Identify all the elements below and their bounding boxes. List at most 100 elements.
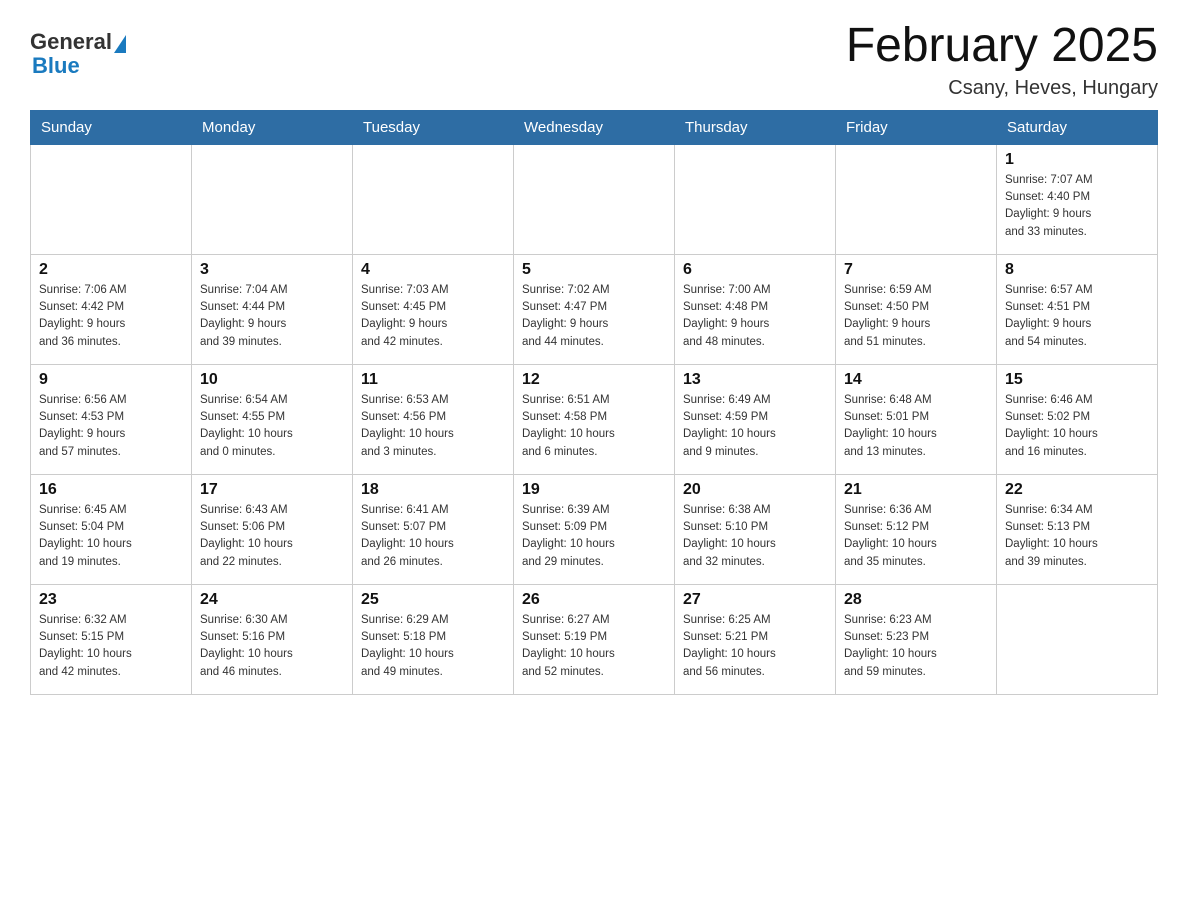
calendar-week-row: 2Sunrise: 7:06 AMSunset: 4:42 PMDaylight…: [31, 254, 1158, 364]
day-info: Sunrise: 6:34 AMSunset: 5:13 PMDaylight:…: [1005, 502, 1149, 571]
calendar-body: 1 Sunrise: 7:07 AMSunset: 4:40 PMDaylight…: [31, 144, 1158, 694]
logo-blue-text: Blue: [32, 54, 126, 78]
day-info: Sunrise: 7:07 AMSunset: 4:40 PMDaylight:…: [1005, 172, 1149, 241]
day-info: Sunrise: 6:27 AMSunset: 5:19 PMDaylight:…: [522, 612, 666, 681]
calendar-cell: 5 Sunrise: 7:02 AMSunset: 4:47 PMDaylight…: [514, 254, 675, 364]
calendar-cell: [675, 144, 836, 254]
logo-general-text: General: [30, 30, 112, 54]
day-number: 17: [200, 481, 344, 499]
location-subtitle: Csany, Heves, Hungary: [846, 77, 1158, 100]
calendar-cell: 15 Sunrise: 6:46 AMSunset: 5:02 PMDayligh…: [997, 364, 1158, 474]
day-number: 9: [39, 371, 183, 389]
day-number: 4: [361, 261, 505, 279]
day-info: Sunrise: 6:51 AMSunset: 4:58 PMDaylight:…: [522, 392, 666, 461]
day-info: Sunrise: 6:29 AMSunset: 5:18 PMDaylight:…: [361, 612, 505, 681]
day-number: 20: [683, 481, 827, 499]
day-number: 25: [361, 591, 505, 609]
day-info: Sunrise: 6:59 AMSunset: 4:50 PMDaylight:…: [844, 282, 988, 351]
day-info: Sunrise: 6:43 AMSunset: 5:06 PMDaylight:…: [200, 502, 344, 571]
day-info: Sunrise: 6:54 AMSunset: 4:55 PMDaylight:…: [200, 392, 344, 461]
calendar-cell: [514, 144, 675, 254]
day-number: 1: [1005, 151, 1149, 169]
day-info: Sunrise: 6:46 AMSunset: 5:02 PMDaylight:…: [1005, 392, 1149, 461]
calendar-cell: [31, 144, 192, 254]
calendar-cell: 18Sunrise: 6:41 AMSunset: 5:07 PMDayligh…: [353, 474, 514, 584]
day-number: 3: [200, 261, 344, 279]
day-number: 24: [200, 591, 344, 609]
calendar-cell: 27 Sunrise: 6:25 AMSunset: 5:21 PMDayligh…: [675, 584, 836, 694]
day-info: Sunrise: 7:03 AMSunset: 4:45 PMDaylight:…: [361, 282, 505, 351]
weekday-header-saturday: Saturday: [997, 110, 1158, 144]
day-number: 8: [1005, 261, 1149, 279]
day-info: Sunrise: 6:23 AMSunset: 5:23 PMDaylight:…: [844, 612, 988, 681]
logo-triangle-icon: [114, 35, 126, 53]
calendar-cell: 19 Sunrise: 6:39 AMSunset: 5:09 PMDayligh…: [514, 474, 675, 584]
calendar-week-row: 9 Sunrise: 6:56 AMSunset: 4:53 PMDaylight…: [31, 364, 1158, 474]
calendar-cell: 13 Sunrise: 6:49 AMSunset: 4:59 PMDayligh…: [675, 364, 836, 474]
day-info: Sunrise: 6:41 AMSunset: 5:07 PMDaylight:…: [361, 502, 505, 571]
day-info: Sunrise: 7:00 AMSunset: 4:48 PMDaylight:…: [683, 282, 827, 351]
calendar-cell: 9 Sunrise: 6:56 AMSunset: 4:53 PMDaylight…: [31, 364, 192, 474]
calendar-cell: 24Sunrise: 6:30 AMSunset: 5:16 PMDayligh…: [192, 584, 353, 694]
calendar-table: SundayMondayTuesdayWednesdayThursdayFrid…: [30, 110, 1158, 695]
day-number: 28: [844, 591, 988, 609]
day-number: 27: [683, 591, 827, 609]
page-header: General Blue February 2025 Csany, Heves,…: [30, 20, 1158, 100]
day-number: 6: [683, 261, 827, 279]
calendar-cell: [836, 144, 997, 254]
weekday-header-thursday: Thursday: [675, 110, 836, 144]
day-number: 21: [844, 481, 988, 499]
day-info: Sunrise: 6:45 AMSunset: 5:04 PMDaylight:…: [39, 502, 183, 571]
day-number: 11: [361, 371, 505, 389]
day-number: 22: [1005, 481, 1149, 499]
day-number: 13: [683, 371, 827, 389]
calendar-week-row: 16 Sunrise: 6:45 AMSunset: 5:04 PMDayligh…: [31, 474, 1158, 584]
month-title: February 2025: [846, 20, 1158, 73]
calendar-cell: [997, 584, 1158, 694]
calendar-cell: 2Sunrise: 7:06 AMSunset: 4:42 PMDaylight…: [31, 254, 192, 364]
calendar-cell: 11 Sunrise: 6:53 AMSunset: 4:56 PMDayligh…: [353, 364, 514, 474]
calendar-cell: 26 Sunrise: 6:27 AMSunset: 5:19 PMDayligh…: [514, 584, 675, 694]
day-info: Sunrise: 7:06 AMSunset: 4:42 PMDaylight:…: [39, 282, 183, 351]
calendar-cell: 7 Sunrise: 6:59 AMSunset: 4:50 PMDaylight…: [836, 254, 997, 364]
logo: General Blue: [30, 30, 126, 78]
day-info: Sunrise: 6:39 AMSunset: 5:09 PMDaylight:…: [522, 502, 666, 571]
day-number: 15: [1005, 371, 1149, 389]
calendar-cell: 22 Sunrise: 6:34 AMSunset: 5:13 PMDayligh…: [997, 474, 1158, 584]
day-info: Sunrise: 6:36 AMSunset: 5:12 PMDaylight:…: [844, 502, 988, 571]
weekday-header-sunday: Sunday: [31, 110, 192, 144]
day-number: 19: [522, 481, 666, 499]
calendar-cell: 8 Sunrise: 6:57 AMSunset: 4:51 PMDaylight…: [997, 254, 1158, 364]
day-info: Sunrise: 6:56 AMSunset: 4:53 PMDaylight:…: [39, 392, 183, 461]
weekday-header-tuesday: Tuesday: [353, 110, 514, 144]
day-info: Sunrise: 6:32 AMSunset: 5:15 PMDaylight:…: [39, 612, 183, 681]
day-info: Sunrise: 6:25 AMSunset: 5:21 PMDaylight:…: [683, 612, 827, 681]
calendar-cell: [353, 144, 514, 254]
calendar-cell: 12Sunrise: 6:51 AMSunset: 4:58 PMDayligh…: [514, 364, 675, 474]
day-info: Sunrise: 6:49 AMSunset: 4:59 PMDaylight:…: [683, 392, 827, 461]
calendar-header: SundayMondayTuesdayWednesdayThursdayFrid…: [31, 110, 1158, 144]
calendar-cell: 16 Sunrise: 6:45 AMSunset: 5:04 PMDayligh…: [31, 474, 192, 584]
calendar-cell: 4 Sunrise: 7:03 AMSunset: 4:45 PMDaylight…: [353, 254, 514, 364]
day-number: 5: [522, 261, 666, 279]
day-number: 14: [844, 371, 988, 389]
day-info: Sunrise: 6:57 AMSunset: 4:51 PMDaylight:…: [1005, 282, 1149, 351]
calendar-cell: 6 Sunrise: 7:00 AMSunset: 4:48 PMDaylight…: [675, 254, 836, 364]
calendar-cell: 25 Sunrise: 6:29 AMSunset: 5:18 PMDayligh…: [353, 584, 514, 694]
day-number: 23: [39, 591, 183, 609]
day-info: Sunrise: 7:02 AMSunset: 4:47 PMDaylight:…: [522, 282, 666, 351]
day-number: 16: [39, 481, 183, 499]
day-info: Sunrise: 7:04 AMSunset: 4:44 PMDaylight:…: [200, 282, 344, 351]
calendar-week-row: 1 Sunrise: 7:07 AMSunset: 4:40 PMDaylight…: [31, 144, 1158, 254]
day-number: 10: [200, 371, 344, 389]
day-info: Sunrise: 6:53 AMSunset: 4:56 PMDaylight:…: [361, 392, 505, 461]
calendar-cell: 20Sunrise: 6:38 AMSunset: 5:10 PMDayligh…: [675, 474, 836, 584]
calendar-cell: 10 Sunrise: 6:54 AMSunset: 4:55 PMDayligh…: [192, 364, 353, 474]
weekday-header-wednesday: Wednesday: [514, 110, 675, 144]
calendar-cell: 14Sunrise: 6:48 AMSunset: 5:01 PMDayligh…: [836, 364, 997, 474]
calendar-cell: 21 Sunrise: 6:36 AMSunset: 5:12 PMDayligh…: [836, 474, 997, 584]
day-number: 26: [522, 591, 666, 609]
calendar-cell: 3 Sunrise: 7:04 AMSunset: 4:44 PMDaylight…: [192, 254, 353, 364]
calendar-cell: 1 Sunrise: 7:07 AMSunset: 4:40 PMDaylight…: [997, 144, 1158, 254]
day-number: 7: [844, 261, 988, 279]
